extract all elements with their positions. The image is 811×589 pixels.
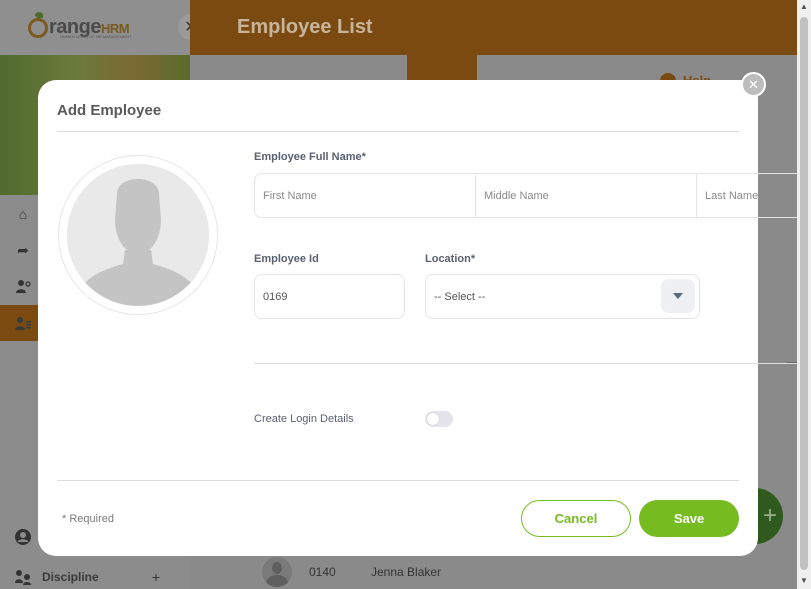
employee-name-cell: Jenna Blaker [371,565,442,579]
table-row[interactable]: 0140 Jenna Blaker [262,556,441,588]
scroll-thumb[interactable] [800,17,808,570]
full-name-label: Employee Full Name* [254,151,366,163]
employee-id-label: Employee Id [254,253,319,265]
scrollbar[interactable]: ▲ ▼ [797,0,811,589]
logo: rangeHRM HUMAN LEVEL OF HR MANAGEMENT [0,0,190,55]
create-login-label: Create Login Details [254,413,354,425]
user-settings-icon [14,278,32,294]
close-icon[interactable]: ✕ [741,72,766,97]
divider [254,363,797,364]
avatar [262,557,292,587]
header-tab[interactable] [407,55,477,83]
header-bar: Employee List [190,0,797,55]
dialog-title: Add Employee [57,102,162,119]
divider [57,131,739,132]
chevron-down-icon[interactable] [661,279,695,313]
employee-list-icon [14,315,32,331]
divider [57,480,739,481]
share-icon: ➦ [17,241,29,258]
cancel-button[interactable]: Cancel [521,500,631,537]
page-title: Employee List [237,16,373,38]
employee-photo-upload[interactable] [58,155,218,315]
first-name-field[interactable]: First Name [255,174,476,217]
last-name-field[interactable]: Last Name [697,174,798,217]
toggle-knob [427,413,439,425]
create-login-toggle[interactable] [425,411,453,427]
save-button[interactable]: Save [639,500,739,537]
home-icon: ⌂ [18,206,28,222]
logo-mark-icon [28,11,48,38]
scroll-up-icon[interactable]: ▲ [799,2,809,12]
scroll-down-icon[interactable]: ▼ [799,576,809,586]
location-selected-value: -- Select -- [434,290,486,303]
location-select[interactable]: -- Select -- [425,274,700,319]
expand-plus-icon[interactable]: + [152,569,160,585]
logo-tagline: HUMAN LEVEL OF HR MANAGEMENT [60,34,132,39]
required-note: * Required [62,513,114,525]
add-employee-dialog: Add Employee Employee Full Name* First N… [38,80,799,556]
sidebar-item-discipline[interactable]: Discipline + [0,559,190,589]
location-label: Location* [425,253,476,265]
full-name-group: First Name Middle Name Last Name [254,173,799,218]
discipline-icon [14,569,32,585]
employee-id-field[interactable]: 0169 [254,274,405,319]
profile-icon [14,529,32,545]
middle-name-field[interactable]: Middle Name [476,174,697,217]
employee-id-cell: 0140 [309,565,336,579]
sidebar-item-label: Discipline [42,570,99,584]
default-avatar-icon [67,164,209,306]
